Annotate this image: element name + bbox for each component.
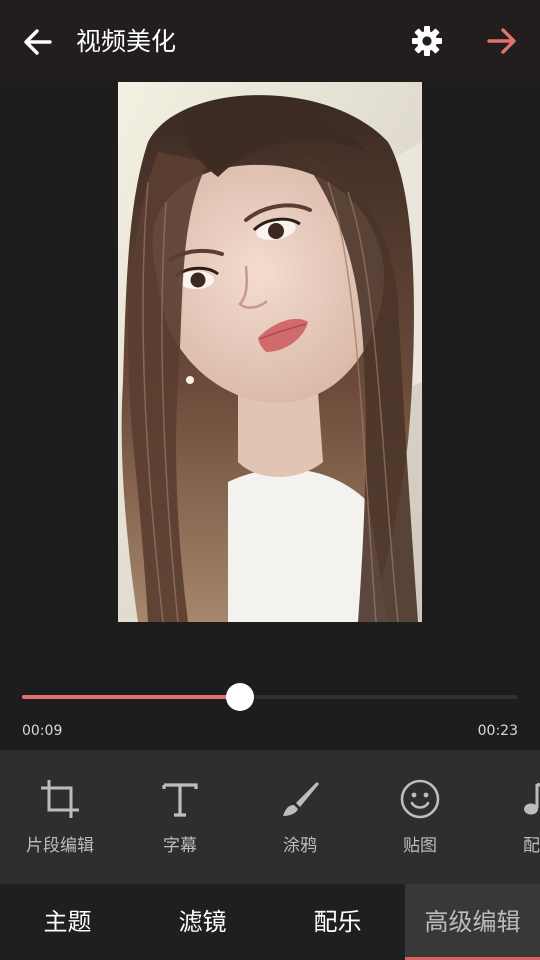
music-note-icon <box>524 782 540 815</box>
crop-icon <box>41 780 79 818</box>
seek-progress <box>22 695 241 699</box>
edit-tools-bar: 片段编辑 字幕 涂鸦 贴图 配乐 <box>0 750 540 884</box>
back-button[interactable] <box>20 24 56 60</box>
tool-label: 字幕 <box>163 836 197 856</box>
brush-icon <box>283 782 319 816</box>
tool-label: 贴图 <box>403 836 437 856</box>
tool-music[interactable]: 配乐 <box>480 750 540 884</box>
tab-filter[interactable]: 滤镜 <box>135 884 270 960</box>
current-time: 00:09 <box>22 723 63 739</box>
top-app-bar: 视频美化 <box>0 0 540 82</box>
tool-label: 涂鸦 <box>283 836 317 856</box>
settings-button[interactable] <box>409 23 445 59</box>
tool-label: 片段编辑 <box>26 836 94 856</box>
gear-icon <box>412 26 442 56</box>
tool-label: 配乐 <box>523 836 540 856</box>
tab-advanced-edit[interactable]: 高级编辑 <box>405 884 540 960</box>
seek-thumb[interactable] <box>226 683 255 711</box>
smiley-icon <box>400 779 440 819</box>
arrow-right-icon <box>487 28 516 54</box>
portrait-photo <box>118 82 422 622</box>
total-time: 00:23 <box>477 723 518 739</box>
tab-music[interactable]: 配乐 <box>270 884 405 960</box>
tool-subtitle[interactable]: 字幕 <box>120 750 240 884</box>
bottom-tab-bar: 主题 滤镜 配乐 高级编辑 <box>0 884 540 960</box>
tool-doodle[interactable]: 涂鸦 <box>240 750 360 884</box>
tab-theme[interactable]: 主题 <box>0 884 135 960</box>
arrow-left-icon <box>24 29 52 55</box>
video-preview[interactable] <box>118 82 422 622</box>
tab-label: 高级编辑 <box>424 908 521 936</box>
page-title: 视频美化 <box>76 27 177 56</box>
seek-bar[interactable] <box>22 695 518 699</box>
next-button[interactable] <box>484 23 520 59</box>
tool-clip-edit[interactable]: 片段编辑 <box>0 750 120 884</box>
text-icon <box>162 783 198 817</box>
tool-sticker[interactable]: 贴图 <box>360 750 480 884</box>
